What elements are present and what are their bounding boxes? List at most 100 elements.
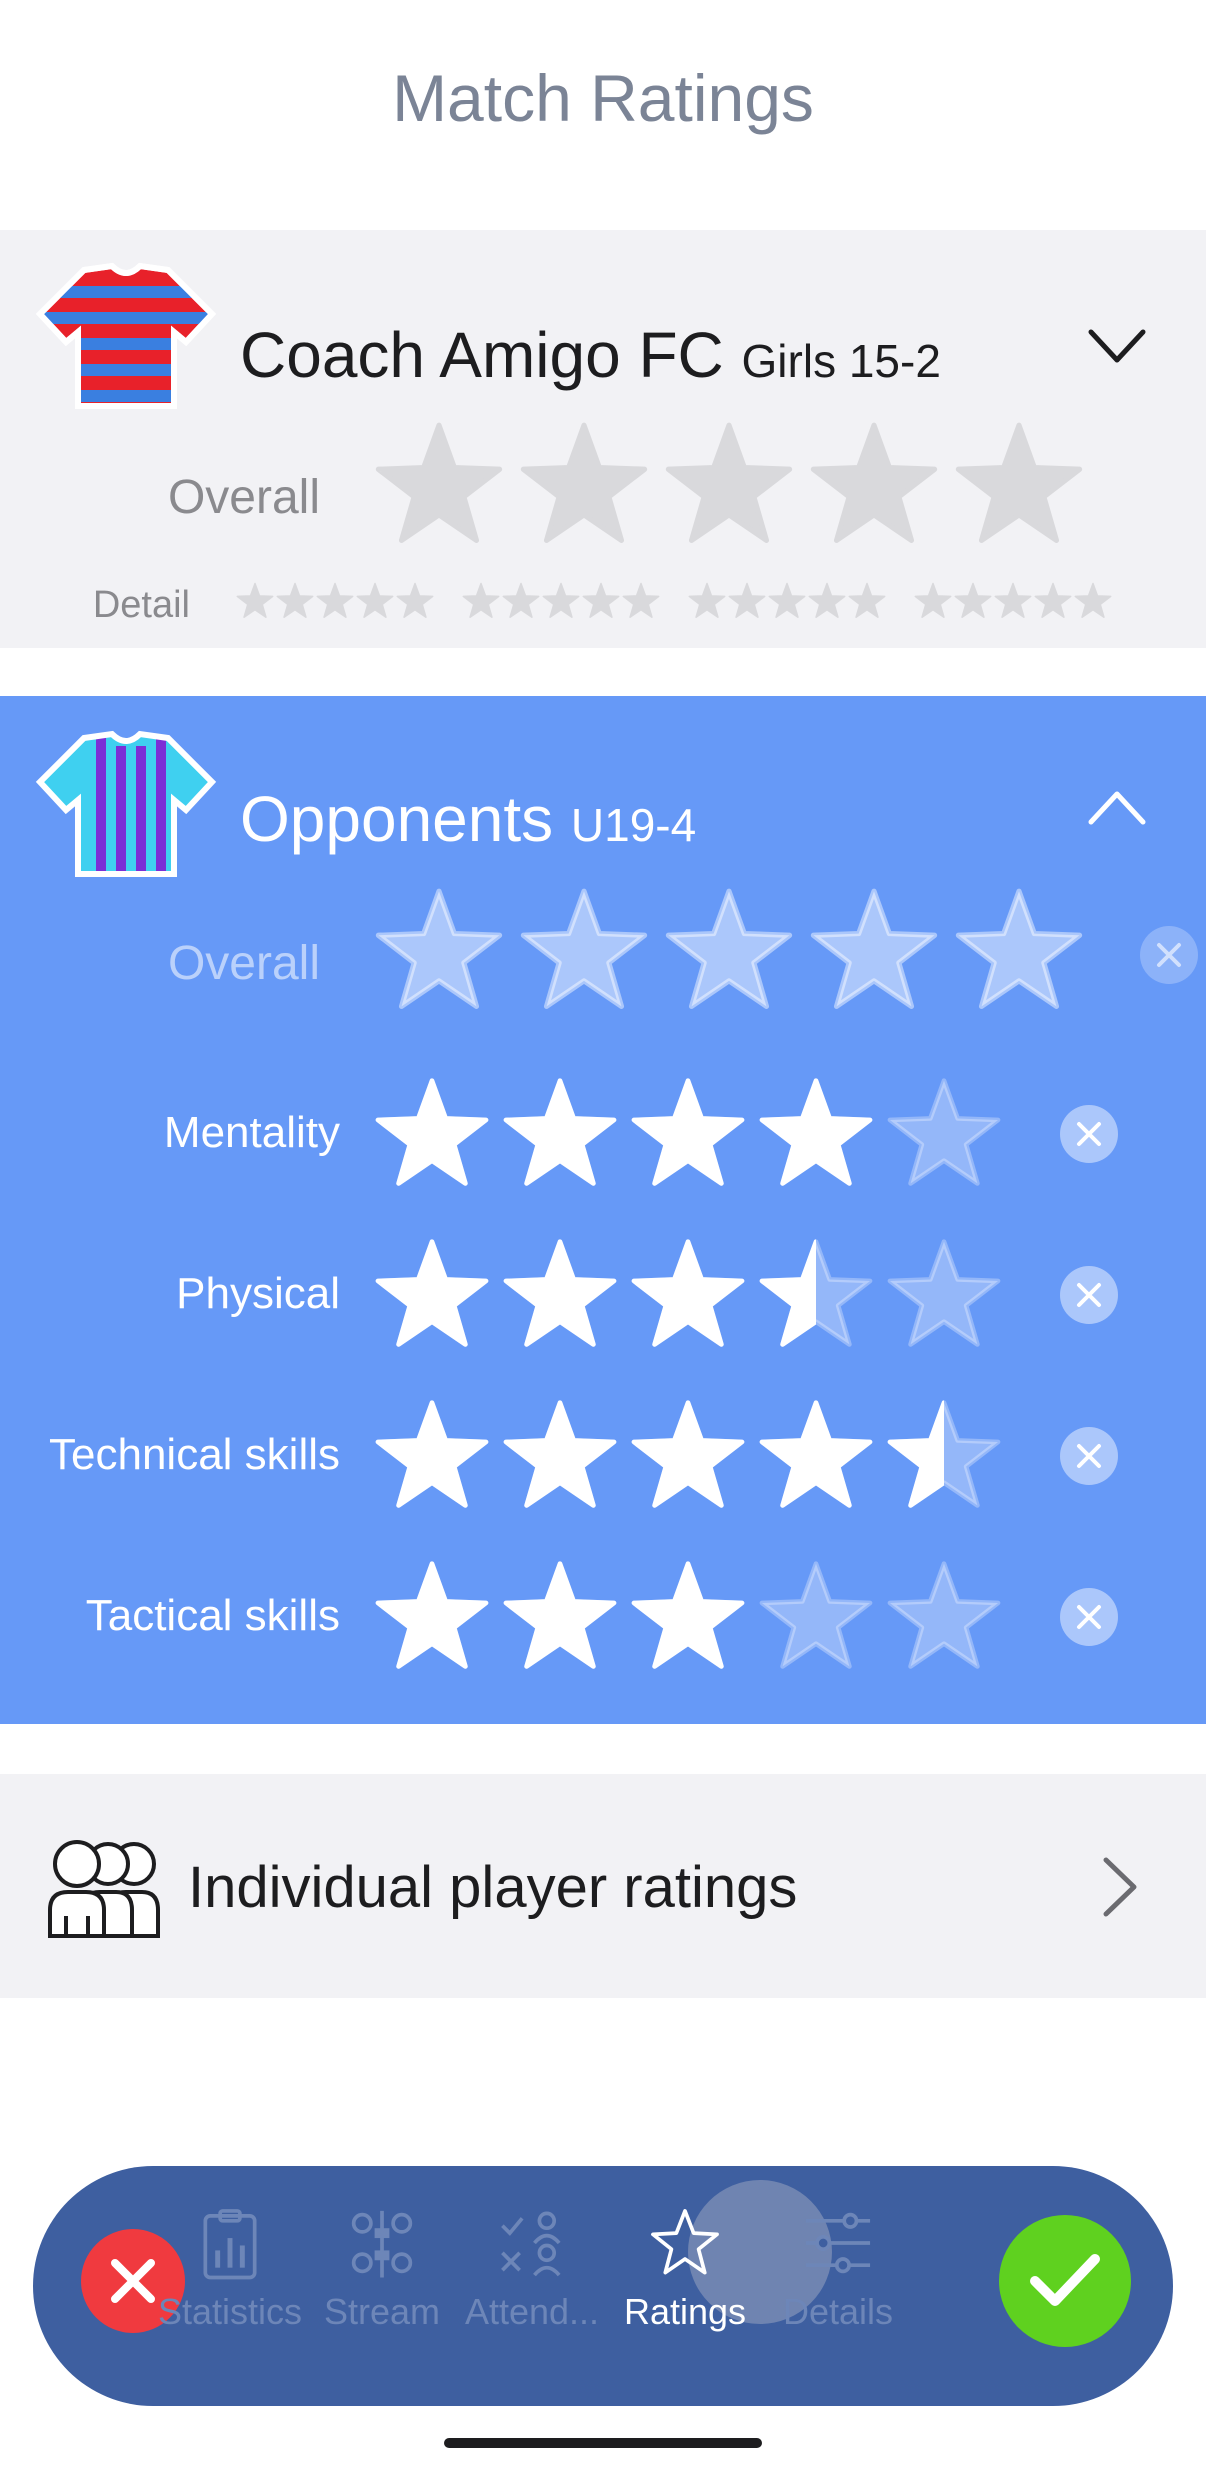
- category-1-star-1[interactable]: [374, 1076, 490, 1192]
- tab-stream[interactable]: Stream: [307, 2206, 457, 2333]
- category-2-star-5[interactable]: [886, 1237, 1002, 1353]
- team-detail-label: Detail: [92, 584, 190, 626]
- bottom-tab-bar: Statistics Stream Attend... Ratings Details: [33, 2166, 1173, 2406]
- tab-statistics[interactable]: Statistics: [155, 2206, 305, 2333]
- clear-rating-button[interactable]: [1060, 1266, 1118, 1324]
- team-detail-2-star-1[interactable]: [462, 582, 500, 620]
- team-overall-stars[interactable]: [374, 420, 1084, 550]
- category-3-star-5[interactable]: [886, 1398, 1002, 1514]
- category-2-star-4[interactable]: [758, 1237, 874, 1353]
- team-detail-4-star-4[interactable]: [1034, 582, 1072, 620]
- opponent-overall-star-1[interactable]: [374, 886, 504, 1016]
- team-detail-group-3[interactable]: [688, 582, 886, 620]
- category-3-star-2[interactable]: [502, 1398, 618, 1514]
- team-detail-2-star-5[interactable]: [622, 582, 660, 620]
- opponent-overall-star-4[interactable]: [809, 886, 939, 1016]
- opponent-jersey-icon: [35, 730, 217, 877]
- team-detail-4-star-5[interactable]: [1074, 582, 1112, 620]
- team-detail-3-star-1[interactable]: [688, 582, 726, 620]
- tab-label: Ratings: [623, 2291, 747, 2332]
- opponent-subtitle: U19-4: [570, 799, 697, 851]
- clear-rating-button[interactable]: [1060, 1427, 1118, 1485]
- attendance-icon: [501, 2211, 561, 2277]
- tab-ratings[interactable]: Ratings: [610, 2206, 760, 2333]
- team-detail-2-star-2[interactable]: [502, 582, 540, 620]
- confirm-button[interactable]: [999, 2215, 1131, 2347]
- clear-rating-button[interactable]: [1060, 1105, 1118, 1163]
- category-2-star-2[interactable]: [502, 1237, 618, 1353]
- individual-player-ratings-row[interactable]: Individual player ratings: [0, 1774, 1206, 1998]
- category-label: Tactical skills: [85, 1591, 340, 1640]
- category-2-star-1[interactable]: [374, 1237, 490, 1353]
- close-icon: [1077, 1605, 1101, 1629]
- clear-rating-button[interactable]: [1060, 1588, 1118, 1646]
- team-detail-4-star-2[interactable]: [954, 582, 992, 620]
- team-detail-group-1[interactable]: [236, 582, 434, 620]
- category-2-star-3[interactable]: [630, 1237, 746, 1353]
- team-detail-1-star-1[interactable]: [236, 582, 274, 620]
- team-detail-3-star-3[interactable]: [768, 582, 806, 620]
- opponent-name-text: Opponents U19-4: [240, 782, 696, 856]
- team-rating-card[interactable]: Coach Amigo FC Girls 15-2 Overall Detail: [0, 230, 1206, 648]
- team-overall-star-3[interactable]: [664, 420, 794, 550]
- team-subtitle: Girls 15-2: [741, 335, 941, 387]
- chevron-down-icon[interactable]: [1087, 326, 1147, 366]
- category-label: Physical: [176, 1269, 340, 1318]
- close-icon: [1077, 1122, 1101, 1146]
- team-detail-3-star-2[interactable]: [728, 582, 766, 620]
- clear-overall-button[interactable]: [1140, 926, 1198, 984]
- opponent-overall-star-2[interactable]: [519, 886, 649, 1016]
- opponent-overall-stars[interactable]: [374, 886, 1084, 1016]
- team-overall-star-1[interactable]: [374, 420, 504, 550]
- team-detail-3-star-4[interactable]: [808, 582, 846, 620]
- category-1-star-2[interactable]: [502, 1076, 618, 1192]
- team-detail-4-star-1[interactable]: [914, 582, 952, 620]
- category-stars[interactable]: [374, 1398, 1002, 1514]
- category-4-star-4[interactable]: [758, 1559, 874, 1675]
- team-detail-1-star-2[interactable]: [276, 582, 314, 620]
- team-detail-1-star-4[interactable]: [356, 582, 394, 620]
- chevron-up-icon[interactable]: [1087, 788, 1147, 828]
- players-icon: [48, 1840, 160, 1938]
- category-label: Mentality: [163, 1108, 340, 1157]
- category-4-star-3[interactable]: [630, 1559, 746, 1675]
- category-4-star-5[interactable]: [886, 1559, 1002, 1675]
- close-icon: [1157, 943, 1181, 967]
- opponent-rating-card[interactable]: Opponents U19-4 Overall Mentality Physic…: [0, 696, 1206, 1724]
- team-detail-2-star-4[interactable]: [582, 582, 620, 620]
- opponent-overall-star-3[interactable]: [664, 886, 794, 1016]
- page-title: Match Ratings: [392, 61, 814, 135]
- category-stars[interactable]: [374, 1076, 1002, 1192]
- team-detail-4-star-3[interactable]: [994, 582, 1032, 620]
- team-detail-group-4[interactable]: [914, 582, 1112, 620]
- category-4-star-1[interactable]: [374, 1559, 490, 1675]
- team-name-text: Coach Amigo FC Girls 15-2: [240, 318, 941, 392]
- category-stars[interactable]: [374, 1237, 1002, 1353]
- tab-label: Attend...: [464, 2291, 600, 2332]
- team-detail-1-star-5[interactable]: [396, 582, 434, 620]
- category-3-star-3[interactable]: [630, 1398, 746, 1514]
- checkmark-icon: [1030, 2254, 1100, 2306]
- team-detail-1-star-3[interactable]: [316, 582, 354, 620]
- tab-attend[interactable]: Attend...: [457, 2206, 607, 2333]
- category-stars[interactable]: [374, 1559, 1002, 1675]
- team-overall-star-5[interactable]: [954, 420, 1084, 550]
- team-detail-group-2[interactable]: [462, 582, 660, 620]
- team-detail-3-star-5[interactable]: [848, 582, 886, 620]
- category-4-star-2[interactable]: [502, 1559, 618, 1675]
- chevron-right-icon: [1103, 1857, 1137, 1917]
- opponent-overall-star-5[interactable]: [954, 886, 1084, 1016]
- team-jersey-icon: [35, 262, 217, 409]
- category-1-star-4[interactable]: [758, 1076, 874, 1192]
- team-detail-2-star-3[interactable]: [542, 582, 580, 620]
- team-overall-star-4[interactable]: [809, 420, 939, 550]
- category-3-star-4[interactable]: [758, 1398, 874, 1514]
- close-icon: [111, 2259, 155, 2303]
- opponent-overall-label: Overall: [167, 937, 320, 990]
- team-overall-star-2[interactable]: [519, 420, 649, 550]
- individual-player-ratings-label: Individual player ratings: [188, 1855, 798, 1920]
- category-3-star-1[interactable]: [374, 1398, 490, 1514]
- category-1-star-3[interactable]: [630, 1076, 746, 1192]
- category-1-star-5[interactable]: [886, 1076, 1002, 1192]
- tab-details[interactable]: Details: [763, 2206, 913, 2333]
